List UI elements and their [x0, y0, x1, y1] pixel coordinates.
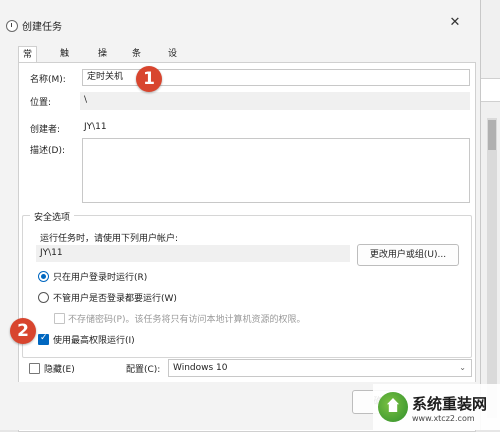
watermark-brand: 系统重装网 [412, 395, 488, 413]
change-user-button[interactable]: 更改用户或组(U)... [357, 244, 459, 266]
run-as-prompt: 运行任务时，请使用下列用户帐户: [40, 234, 179, 244]
tab-triggers[interactable]: 触发器 [56, 46, 73, 91]
run-whether-logged-radio[interactable] [38, 292, 49, 303]
background-scrollbar[interactable] [487, 118, 497, 418]
step-marker-1: 1 [136, 66, 162, 92]
security-options-title: 安全选项 [30, 210, 75, 223]
description-input[interactable] [82, 138, 470, 203]
no-store-password-checkbox[interactable] [54, 313, 65, 324]
logged-on-only-radio[interactable] [38, 271, 49, 282]
user-account-field: JY\11 [36, 245, 350, 262]
clock-icon [6, 20, 18, 32]
tab-settings[interactable]: 设置 [164, 46, 181, 75]
location-value: \ [80, 92, 470, 110]
dialog-title: 创建任务 [22, 22, 62, 33]
description-label: 描述(D): [30, 146, 65, 156]
highest-privileges-label[interactable]: 使用最高权限运行(I) [53, 333, 135, 346]
no-store-password-label: 不存储密码(P)。该任务将只有访问本地计算机资源的权限。 [68, 315, 306, 325]
title-bar [0, 0, 480, 40]
highest-privileges-checkbox[interactable] [38, 333, 49, 345]
author-value: JY\11 [84, 122, 107, 132]
watermark-url: www.xtcz2.com [412, 414, 475, 423]
hidden-checkbox[interactable] [29, 363, 40, 374]
configure-value: Windows 10 [173, 363, 228, 373]
logged-on-only-label[interactable]: 只在用户登录时运行(R) [53, 270, 147, 283]
tab-actions[interactable]: 操作 [94, 46, 111, 75]
configure-label: 配置(C): [126, 365, 161, 375]
configure-select[interactable]: Windows 10 ⌄ [168, 359, 472, 377]
step-marker-2: 2 [10, 318, 36, 344]
hidden-label[interactable]: 隐藏(E) [44, 362, 75, 375]
run-whether-logged-label[interactable]: 不管用户是否登录都要运行(W) [53, 291, 177, 304]
close-button[interactable]: ✕ [440, 12, 470, 34]
tab-conditions[interactable]: 条件 [128, 46, 145, 75]
chevron-down-icon: ⌄ [459, 363, 466, 372]
location-label: 位置: [30, 98, 52, 108]
background-scrollbar-thumb[interactable] [488, 120, 496, 150]
author-label: 创建者: [30, 125, 61, 135]
name-label: 名称(M): [30, 75, 66, 85]
